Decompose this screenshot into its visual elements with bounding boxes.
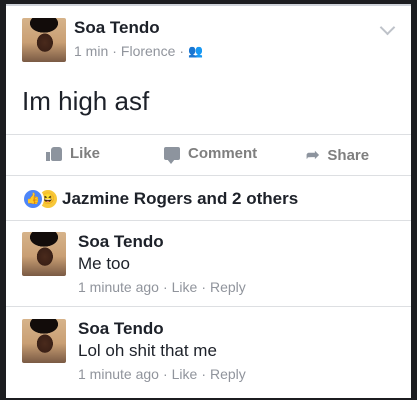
- avatar[interactable]: [22, 319, 66, 363]
- thumbs-up-icon: [46, 146, 62, 161]
- meta-separator: ·: [162, 366, 168, 382]
- post-meta: 1 min · Florence · 👥: [74, 43, 203, 59]
- meta-separator: ·: [112, 43, 117, 59]
- meta-separator: ·: [201, 279, 206, 295]
- comment-reply-link[interactable]: Reply: [210, 279, 246, 295]
- meta-separator: ·: [201, 366, 206, 382]
- comment-like-link[interactable]: Like: [172, 366, 198, 382]
- post-text: Im high asf: [22, 86, 150, 116]
- chevron-down-icon[interactable]: [379, 19, 396, 36]
- comment-meta: 1 minute ago · Like · Reply: [78, 366, 246, 382]
- post-author[interactable]: Soa Tendo: [74, 18, 160, 38]
- comment-text: Me too: [78, 254, 130, 273]
- comment-button[interactable]: Comment: [164, 145, 258, 164]
- comment-like-link[interactable]: Like: [172, 279, 198, 295]
- comment-reply-link[interactable]: Reply: [210, 366, 246, 382]
- post-time[interactable]: 1 min: [74, 43, 108, 59]
- comment-label: Comment: [188, 145, 258, 162]
- meta-separator: ·: [179, 43, 185, 59]
- comment-time[interactable]: 1 minute ago: [78, 366, 159, 382]
- like-reaction-icon: 👍: [22, 188, 44, 210]
- like-button[interactable]: Like: [46, 145, 100, 162]
- speech-bubble-icon: [164, 147, 180, 164]
- share-button[interactable]: ➦ Share: [306, 145, 369, 165]
- share-label: Share: [327, 146, 370, 164]
- comment-meta: 1 minute ago · Like · Reply: [78, 279, 246, 295]
- reactions-summary[interactable]: 👍 😆 Jazmine Rogers and 2 others: [6, 176, 411, 221]
- post-location[interactable]: Florence: [121, 43, 175, 59]
- share-arrow-icon: ➦: [306, 147, 320, 164]
- avatar[interactable]: [22, 18, 66, 62]
- comment: Soa Tendo Me too 1 minute ago · Like · R…: [6, 222, 411, 307]
- action-bar: Like Comment ➦ Share: [6, 134, 411, 176]
- avatar[interactable]: [22, 232, 66, 276]
- meta-separator: ·: [162, 279, 168, 295]
- comment-author[interactable]: Soa Tendo: [78, 232, 164, 252]
- comment-text: Lol oh shit that me: [78, 341, 217, 360]
- comment-time[interactable]: 1 minute ago: [78, 279, 159, 295]
- friends-icon: 👥: [188, 44, 203, 58]
- post-card: Soa Tendo 1 min · Florence · 👥 Im high a…: [6, 4, 411, 398]
- post-header: Soa Tendo 1 min · Florence · 👥: [6, 6, 411, 76]
- reactions-text[interactable]: Jazmine Rogers and 2 others: [62, 189, 298, 209]
- comment-author[interactable]: Soa Tendo: [78, 319, 164, 339]
- like-label: Like: [70, 145, 101, 162]
- comment: Soa Tendo Lol oh shit that me 1 minute a…: [6, 309, 411, 393]
